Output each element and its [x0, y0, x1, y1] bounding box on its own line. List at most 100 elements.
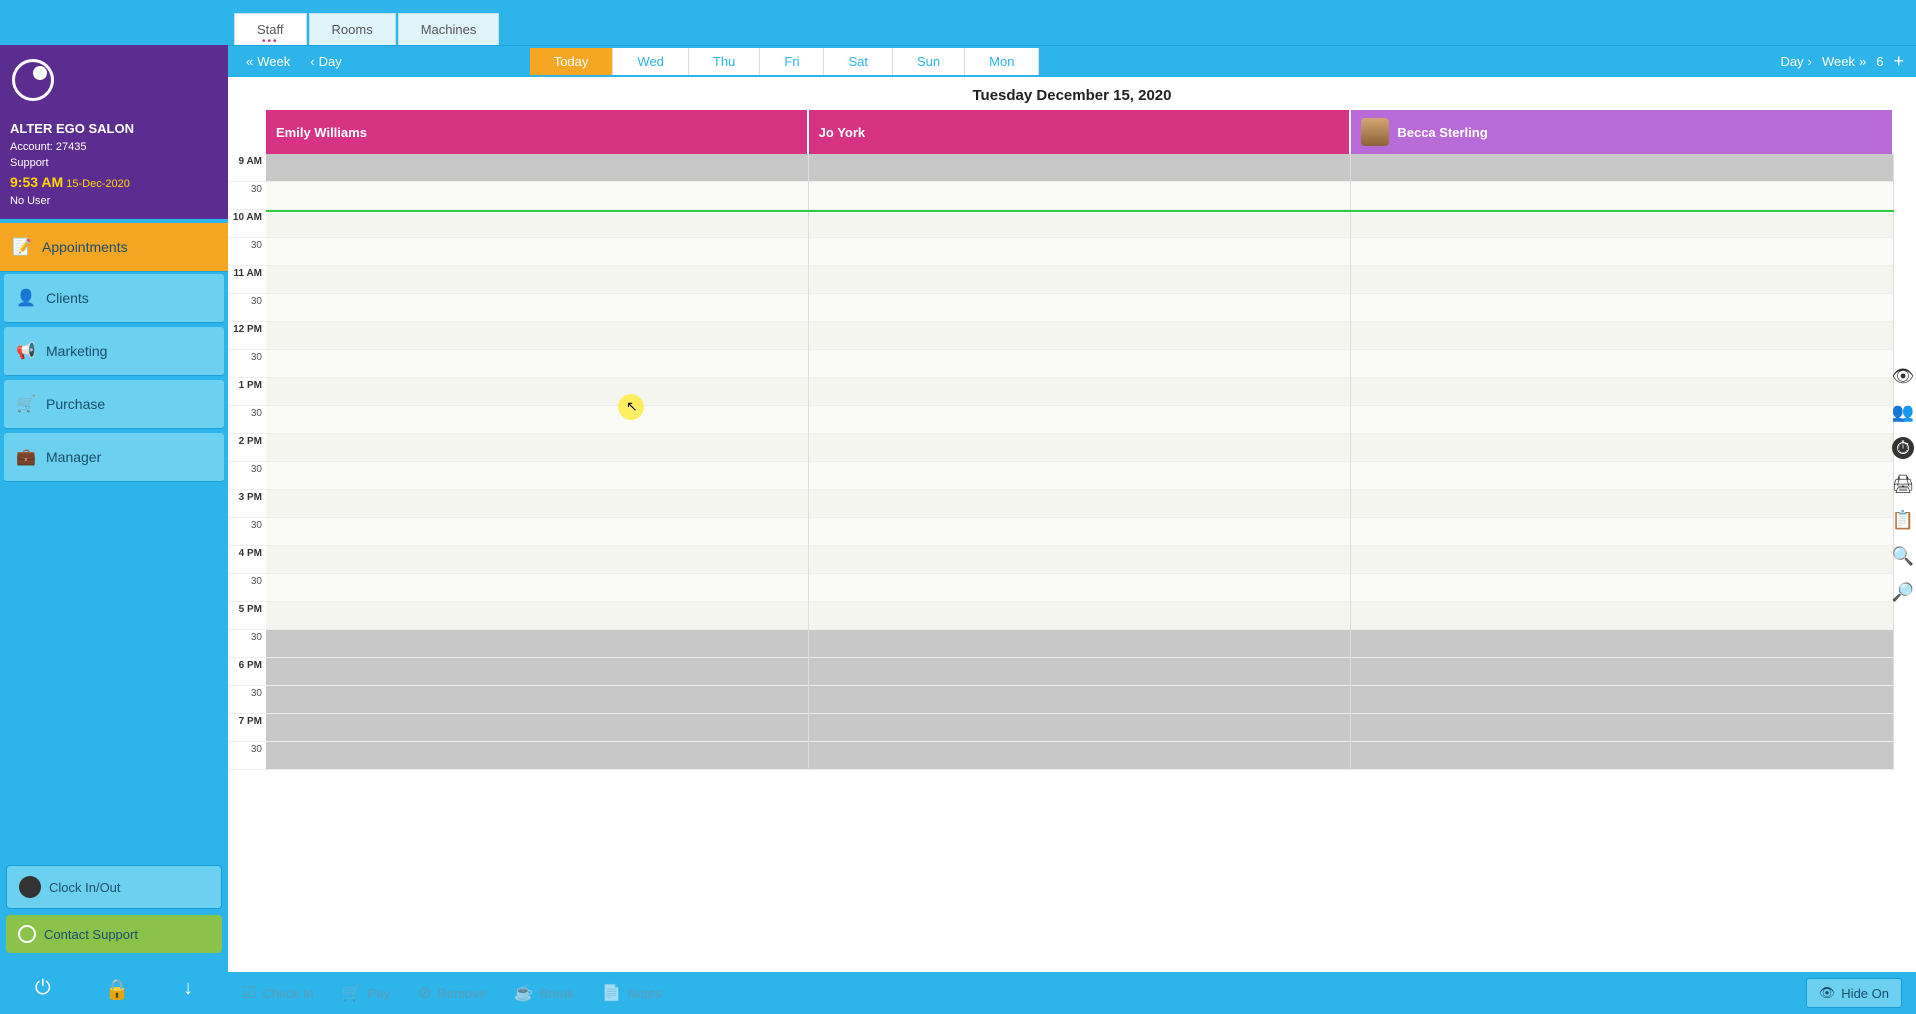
time-slot[interactable] — [1351, 210, 1893, 238]
time-slot[interactable] — [266, 714, 808, 742]
time-slot[interactable] — [809, 434, 1351, 462]
time-slot[interactable] — [1351, 462, 1893, 490]
time-slot[interactable] — [809, 154, 1351, 182]
time-slot[interactable] — [1351, 658, 1893, 686]
time-slot[interactable] — [1351, 490, 1893, 518]
time-slot[interactable] — [809, 322, 1351, 350]
time-slot[interactable] — [1351, 182, 1893, 210]
next-day-button[interactable]: Day › — [1781, 54, 1812, 69]
time-slot[interactable] — [1351, 434, 1893, 462]
contact-support-button[interactable]: Contact Support — [6, 915, 222, 953]
time-slot[interactable] — [809, 602, 1351, 630]
time-slot[interactable] — [266, 658, 808, 686]
tab-machines[interactable]: Machines — [398, 13, 500, 45]
day-chip-today[interactable]: Today — [530, 48, 614, 75]
pay-button[interactable]: 🛒 Pay — [342, 983, 390, 1003]
staff-header[interactable]: Emily Williams — [266, 110, 809, 154]
day-chip-mon[interactable]: Mon — [965, 48, 1039, 75]
time-slot[interactable] — [266, 490, 808, 518]
time-slot[interactable] — [1351, 686, 1893, 714]
staff-header[interactable]: Becca Sterling — [1351, 110, 1894, 154]
time-slot[interactable] — [1351, 238, 1893, 266]
time-slot[interactable] — [266, 154, 808, 182]
download-icon[interactable]: ↓ — [183, 977, 193, 1002]
time-slot[interactable] — [266, 574, 808, 602]
day-chip-sat[interactable]: Sat — [824, 48, 893, 75]
nav-marketing[interactable]: 📢 Marketing — [4, 327, 224, 376]
checkin-button[interactable]: ☑ Check In — [242, 983, 314, 1003]
break-button[interactable]: ☕ Break — [514, 983, 574, 1003]
time-slot[interactable] — [809, 630, 1351, 658]
time-slot[interactable] — [266, 602, 808, 630]
time-slot[interactable] — [266, 546, 808, 574]
add-staff-button[interactable]: + — [1893, 51, 1904, 72]
time-slot[interactable] — [809, 490, 1351, 518]
hide-on-button[interactable]: 👁 Hide On — [1806, 978, 1902, 1008]
power-icon[interactable]: ⏻ — [35, 977, 51, 1002]
time-slot[interactable] — [809, 546, 1351, 574]
time-slot[interactable] — [266, 742, 808, 770]
nav-clients[interactable]: 👤 Clients — [4, 274, 224, 323]
time-slot[interactable] — [809, 238, 1351, 266]
tab-rooms[interactable]: Rooms — [309, 13, 396, 45]
lock-icon[interactable]: 🔒 — [104, 977, 129, 1002]
print-icon[interactable]: 🖨 — [1892, 473, 1914, 495]
time-slot[interactable] — [266, 434, 808, 462]
time-slot[interactable] — [809, 742, 1351, 770]
time-slot[interactable] — [1351, 406, 1893, 434]
time-slot[interactable] — [809, 182, 1351, 210]
time-slot[interactable] — [1351, 574, 1893, 602]
time-slot[interactable] — [809, 574, 1351, 602]
time-slot[interactable] — [1351, 266, 1893, 294]
time-slot[interactable] — [266, 406, 808, 434]
time-slot[interactable] — [266, 210, 808, 238]
day-chip-wed[interactable]: Wed — [613, 48, 689, 75]
time-slot[interactable] — [809, 378, 1351, 406]
time-slot[interactable] — [1351, 546, 1893, 574]
time-slot[interactable] — [1351, 518, 1893, 546]
staff-column[interactable] — [809, 154, 1352, 770]
time-slot[interactable] — [1351, 602, 1893, 630]
time-slot[interactable] — [809, 210, 1351, 238]
zoom-out-icon[interactable]: 🔍 — [1892, 545, 1914, 567]
time-slot[interactable] — [809, 406, 1351, 434]
time-slot[interactable] — [1351, 322, 1893, 350]
nav-appointments[interactable]: 📝 Appointments — [0, 223, 228, 272]
nav-purchase[interactable]: 🛒 Purchase — [4, 380, 224, 429]
day-chip-thu[interactable]: Thu — [689, 48, 760, 75]
time-slot[interactable] — [809, 350, 1351, 378]
clock-in-out-button[interactable]: Clock In/Out — [6, 865, 222, 909]
time-slot[interactable] — [266, 182, 808, 210]
time-slot[interactable] — [809, 462, 1351, 490]
remove-button[interactable]: ⊘ Remove — [418, 983, 486, 1003]
prev-day-button[interactable]: ‹ Day — [302, 50, 349, 73]
time-slot[interactable] — [266, 630, 808, 658]
notes-button[interactable]: 📄 Notes — [602, 983, 662, 1003]
time-slot[interactable] — [266, 266, 808, 294]
time-slot[interactable] — [266, 294, 808, 322]
day-chip-fri[interactable]: Fri — [760, 48, 824, 75]
staff-column[interactable] — [1351, 154, 1894, 770]
time-slot[interactable] — [1351, 350, 1893, 378]
time-slot[interactable] — [809, 518, 1351, 546]
time-slot[interactable] — [266, 322, 808, 350]
time-slot[interactable] — [809, 266, 1351, 294]
time-slot[interactable] — [809, 658, 1351, 686]
time-slot[interactable] — [266, 238, 808, 266]
timer-icon[interactable]: ⏱ — [1892, 437, 1914, 459]
time-slot[interactable] — [809, 714, 1351, 742]
notes-icon[interactable]: 📋 — [1892, 509, 1914, 531]
time-slot[interactable] — [1351, 742, 1893, 770]
time-slot[interactable] — [1351, 378, 1893, 406]
time-slot[interactable] — [809, 686, 1351, 714]
day-chip-sun[interactable]: Sun — [893, 48, 965, 75]
time-slot[interactable] — [266, 462, 808, 490]
time-slot[interactable] — [1351, 154, 1893, 182]
nav-manager[interactable]: 💼 Manager — [4, 433, 224, 482]
visibility-icon[interactable]: 👁 — [1892, 365, 1914, 387]
time-slot[interactable] — [1351, 630, 1893, 658]
time-slot[interactable] — [266, 518, 808, 546]
zoom-in-icon[interactable]: 🔎 — [1892, 581, 1914, 603]
next-week-button[interactable]: Week » — [1822, 54, 1866, 69]
prev-week-button[interactable]: « Week — [238, 50, 298, 73]
